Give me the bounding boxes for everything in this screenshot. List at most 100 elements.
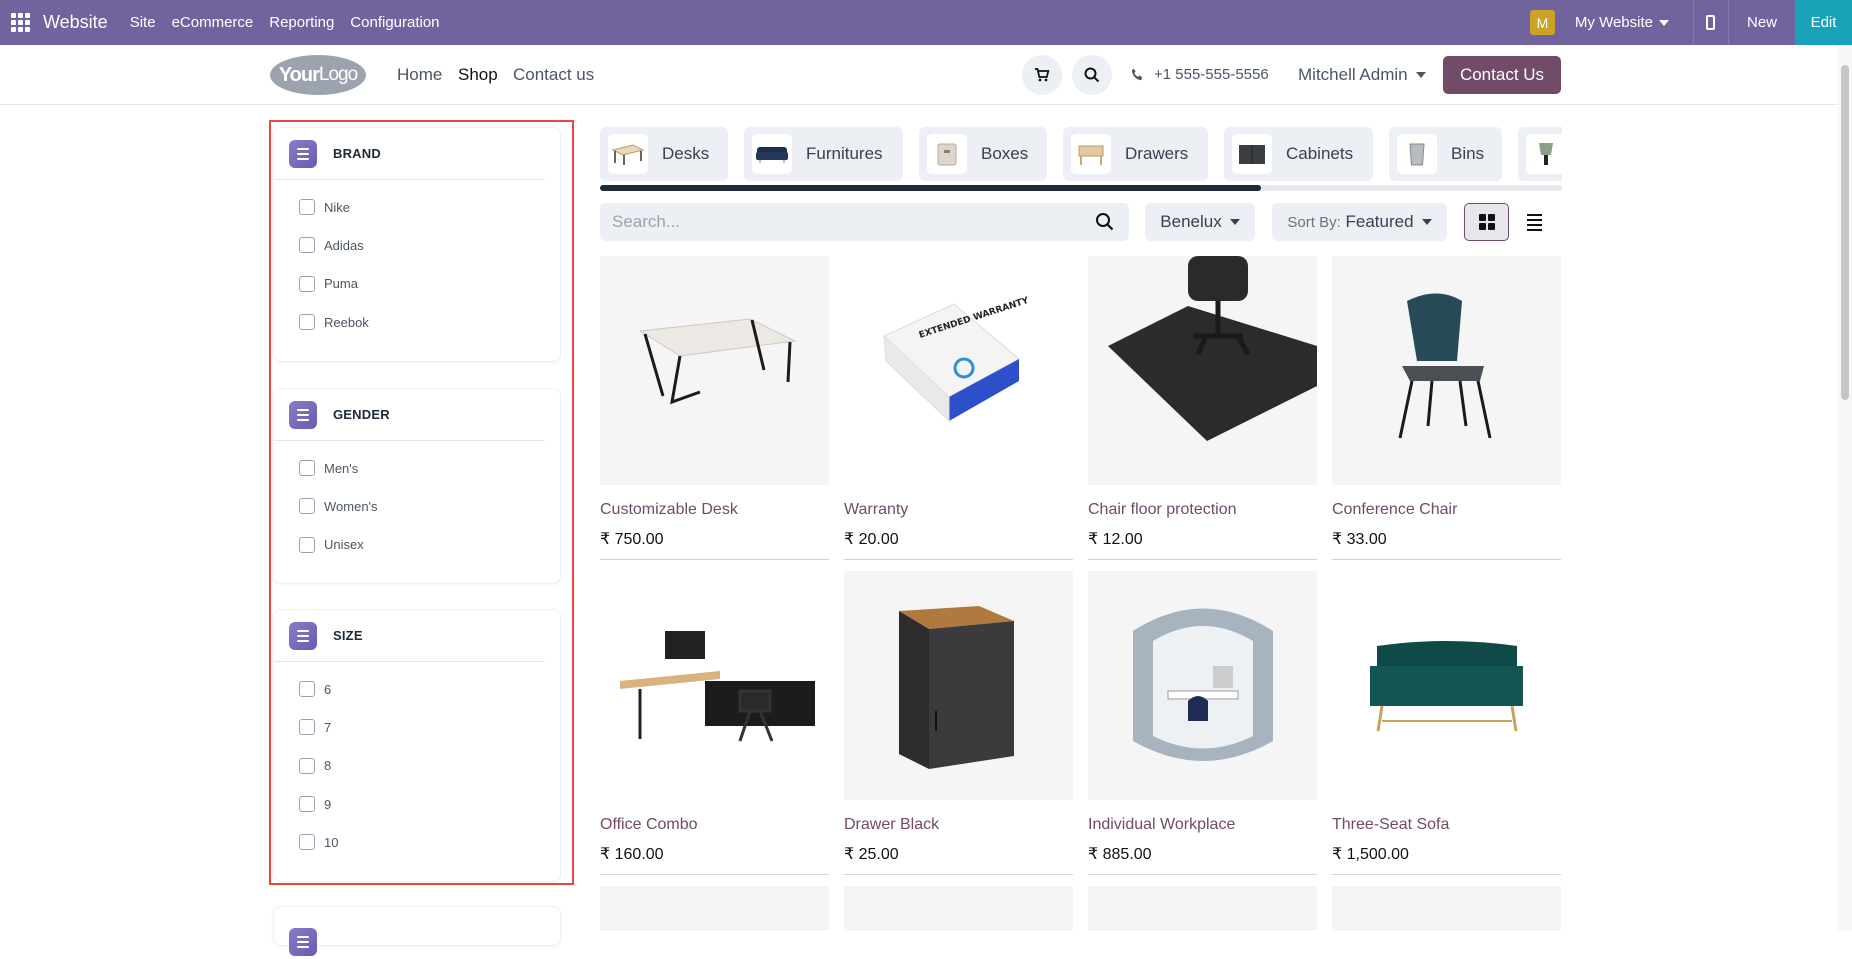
option-label: Women's [324,498,378,514]
list-view-toggle[interactable] [1512,203,1557,241]
category-boxes[interactable]: Boxes [919,127,1047,181]
contact-us-button[interactable]: Contact Us [1443,56,1561,94]
website-selector-label: My Website [1574,14,1653,31]
product-name[interactable]: Office Combo [600,816,829,834]
page-scroll-thumb[interactable] [1841,65,1849,400]
cart-icon[interactable] [1022,55,1062,95]
product-image-floor-mat[interactable] [1088,256,1317,485]
checkbox[interactable] [299,834,315,851]
filter-option-size-7[interactable]: 7 [274,708,560,746]
checkbox[interactable] [299,681,315,698]
filter-option-size-9[interactable]: 9 [274,785,560,823]
filter-option-womens[interactable]: Women's [274,487,560,525]
filter-option-unisex[interactable]: Unisex [274,526,560,564]
category-label: Bins [1451,144,1485,163]
nav-home[interactable]: Home [397,65,442,85]
product-card[interactable]: Customizable Desk ₹ 750.00 [600,256,829,560]
filter-option-size-8[interactable]: 8 [274,747,560,785]
sort-dropdown[interactable]: Sort By: Featured [1272,203,1447,241]
apps-menu-icon[interactable] [11,13,31,33]
option-label: 7 [324,719,332,735]
product-name[interactable]: Chair floor protection [1088,501,1317,519]
product-card[interactable]: Chair floor protection ₹ 12.00 [1088,256,1317,560]
website-selector[interactable]: My Website [1575,14,1669,31]
product-name[interactable]: Drawer Black [844,816,1073,834]
product-name[interactable]: Customizable Desk [600,501,829,519]
product-image-three-seat-sofa[interactable] [1332,571,1561,800]
edit-button[interactable]: Edit [1795,0,1852,45]
product-name[interactable]: Conference Chair [1332,501,1561,519]
filter-option-size-6[interactable]: 6 [274,670,560,708]
category-lamps-partial[interactable] [1518,127,1562,181]
product-image-office-combo[interactable] [600,571,829,800]
product-card[interactable]: Drawer Black ₹ 25.00 [844,571,1073,875]
filter-option-puma[interactable]: Puma [274,265,560,303]
checkbox[interactable] [299,237,315,254]
drawer-thumbnail [1071,134,1111,174]
product-card[interactable]: Conference Chair ₹ 33.00 [1332,256,1561,560]
logo-text-2: Logo [318,64,358,85]
checkbox[interactable] [299,199,315,216]
product-name[interactable]: Individual Workplace [1088,816,1317,834]
product-card[interactable]: Individual Workplace ₹ 885.00 [1088,571,1317,875]
checkbox[interactable] [299,275,315,292]
category-desks[interactable]: Desks [600,127,728,181]
menu-reporting[interactable]: Reporting [269,14,334,31]
product-image-partial[interactable] [1332,886,1561,931]
checkbox[interactable] [299,536,315,553]
filter-option-nike[interactable]: Nike [274,188,560,226]
nav-contact-us[interactable]: Contact us [513,65,594,85]
site-logo[interactable]: Your Logo [270,55,366,95]
search-icon[interactable] [1072,55,1112,95]
product-card[interactable]: Office Combo ₹ 160.00 [600,571,829,875]
pricelist-dropdown[interactable]: Benelux [1145,203,1255,241]
category-label: Furnitures [806,144,883,163]
sofa-thumbnail [752,134,792,174]
sort-value: Featured [1345,212,1414,231]
filter-option-reebok[interactable]: Reebok [274,303,560,341]
page-scrollbar[interactable] [1838,45,1852,931]
checkbox[interactable] [299,719,315,736]
user-avatar[interactable]: M [1529,10,1555,35]
category-bins[interactable]: Bins [1389,127,1502,181]
category-scroll-thumb[interactable] [600,185,1261,191]
category-cabinets[interactable]: Cabinets [1224,127,1373,181]
product-card[interactable]: Three-Seat Sofa ₹ 1,500.00 [1332,571,1561,875]
filter-option-adidas[interactable]: Adidas [274,226,560,264]
app-name[interactable]: Website [43,12,108,33]
phone-number[interactable]: +1 555-555-5556 [1131,66,1269,83]
checkbox[interactable] [299,796,315,813]
product-image-partial[interactable] [1088,886,1317,931]
chevron-down-icon [1229,219,1240,225]
product-image-partial[interactable] [844,886,1073,931]
product-image-conference-chair[interactable] [1332,256,1561,485]
mobile-preview-icon[interactable] [1692,0,1729,45]
nav-shop[interactable]: Shop [458,65,498,85]
product-image-partial[interactable] [600,886,829,931]
filter-option-mens[interactable]: Men's [274,449,560,487]
menu-ecommerce[interactable]: eCommerce [172,14,254,31]
checkbox[interactable] [299,757,315,774]
checkbox[interactable] [299,498,315,515]
search-icon[interactable] [1095,212,1115,232]
product-image-drawer-black[interactable] [844,571,1073,800]
product-card[interactable]: EXTENDED WARRANTY Warranty ₹ 20.00 [844,256,1073,560]
product-name[interactable]: Three-Seat Sofa [1332,816,1561,834]
product-search-input[interactable]: Search... [600,203,1129,241]
checkbox[interactable] [299,460,315,477]
product-image-desk[interactable] [600,256,829,485]
menu-configuration[interactable]: Configuration [350,14,439,31]
checkbox[interactable] [299,314,315,331]
product-image-warranty[interactable]: EXTENDED WARRANTY [844,256,1073,485]
new-button[interactable]: New [1729,0,1795,45]
category-drawers[interactable]: Drawers [1063,127,1208,181]
menu-site[interactable]: Site [130,14,156,31]
grid-view-toggle[interactable] [1464,203,1509,241]
category-furnitures[interactable]: Furnitures [744,127,903,181]
product-name[interactable]: Warranty [844,501,1073,519]
desk-thumbnail [608,134,648,174]
filter-option-size-10[interactable]: 10 [274,823,560,861]
filter-card-size: SIZE 6 7 8 9 10 [273,609,561,882]
user-menu[interactable]: Mitchell Admin [1298,65,1426,85]
product-image-individual-workplace[interactable] [1088,571,1317,800]
